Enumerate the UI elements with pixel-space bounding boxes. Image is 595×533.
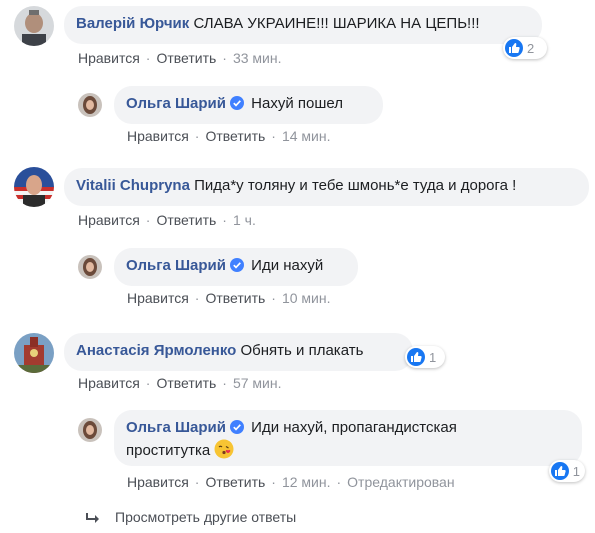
comment-author[interactable]: Vitalii Chupryna <box>76 177 190 194</box>
avatar[interactable] <box>78 93 102 117</box>
reply-bubble: Ольга Шарий Нахуй пошел <box>114 86 383 124</box>
like-link[interactable]: Нравится <box>78 375 140 391</box>
avatar-photo <box>14 6 54 46</box>
reaction-count[interactable]: 1 <box>405 346 445 368</box>
separator: · <box>222 212 227 228</box>
reply-link[interactable]: Ответить <box>156 50 216 66</box>
like-link[interactable]: Нравится <box>78 212 140 228</box>
timestamp[interactable]: 10 мин. <box>282 290 331 306</box>
comment-actions: Нравится · Ответить · 1 ч. <box>78 212 256 228</box>
avatar-photo <box>78 93 102 117</box>
comment-author[interactable]: Анастасія Ярмоленко <box>76 342 236 359</box>
comment-text: Обнять и плакать <box>240 342 364 359</box>
kissing-face-emoji-icon <box>214 439 234 464</box>
separator: · <box>145 212 151 228</box>
avatar[interactable] <box>14 333 54 373</box>
thumbs-up-icon <box>505 39 523 57</box>
reply-link[interactable]: Ответить <box>156 212 216 228</box>
like-link[interactable]: Нравится <box>127 290 189 306</box>
comment-bubble: Валерій Юрчик СЛАВА УКРАИНЕ!!! ШАРИКА НА… <box>64 6 542 44</box>
comment-actions: Нравится · Ответить · 33 мин. <box>78 50 282 66</box>
avatar-photo <box>14 333 54 373</box>
separator: · <box>145 50 151 66</box>
like-link[interactable]: Нравится <box>78 50 140 66</box>
reply-arrow-icon <box>86 512 100 530</box>
avatar-photo <box>78 418 102 442</box>
like-link[interactable]: Нравится <box>127 128 189 144</box>
reaction-number: 1 <box>429 349 437 365</box>
reply-link[interactable]: Ответить <box>205 128 265 144</box>
separator: · <box>194 290 200 306</box>
edited-label[interactable]: Отредактирован <box>347 474 454 490</box>
separator: · <box>222 375 227 391</box>
avatar[interactable] <box>14 167 54 207</box>
thumbs-up-icon <box>551 462 569 480</box>
timestamp[interactable]: 33 мин. <box>233 50 282 66</box>
comment-actions: Нравится · Ответить · 57 мин. <box>78 375 282 391</box>
reply-link[interactable]: Ответить <box>205 474 265 490</box>
timestamp[interactable]: 1 ч. <box>233 212 256 228</box>
timestamp[interactable]: 12 мин. <box>282 474 331 490</box>
avatar[interactable] <box>78 255 102 279</box>
separator: · <box>222 50 227 66</box>
reply-link[interactable]: Ответить <box>156 375 216 391</box>
verified-badge-icon <box>230 420 244 439</box>
comment-actions: Нравится · Ответить · 12 мин. · Отредактирован <box>127 474 455 490</box>
separator: · <box>271 128 276 144</box>
separator: · <box>145 375 151 391</box>
comment-author[interactable]: Ольга Шарий <box>126 95 226 112</box>
verified-badge-icon <box>230 258 244 277</box>
comment-text-line: Иди нахуй, пропагандистская <box>251 419 457 436</box>
timestamp[interactable]: 14 мин. <box>282 128 331 144</box>
reply-bubble: Ольга Шарий Иди нахуй, пропагандистская … <box>114 410 582 466</box>
reaction-number: 1 <box>572 463 580 479</box>
comment-text: Нахуй пошел <box>251 95 343 112</box>
comment-text: Иди нахуй <box>251 257 324 274</box>
comment-text: СЛАВА УКРАИНЕ!!! ШАРИКА НА ЦЕПЬ!!! <box>193 15 480 32</box>
comment-bubble: Анастасія Ярмоленко Обнять и плакать <box>64 333 413 371</box>
comment-author[interactable]: Ольга Шарий <box>126 419 226 436</box>
avatar[interactable] <box>14 6 54 46</box>
avatar[interactable] <box>78 418 102 442</box>
thumbs-up-icon <box>407 348 425 366</box>
comment-actions: Нравится · Ответить · 10 мин. <box>127 290 331 306</box>
reply-bubble: Ольга Шарий Иди нахуй <box>114 248 358 286</box>
separator: · <box>336 474 342 490</box>
reaction-count[interactable]: 2 <box>503 37 547 59</box>
like-link[interactable]: Нравится <box>127 474 189 490</box>
comment-bubble: Vitalii Chupryna Пида*у толяну и тебе шм… <box>64 168 589 206</box>
reaction-count[interactable]: 1 <box>549 460 585 482</box>
separator: · <box>271 290 276 306</box>
reaction-number: 2 <box>527 40 535 56</box>
separator: · <box>271 474 276 490</box>
comment-text-line: проститутка <box>126 442 211 459</box>
separator: · <box>194 474 200 490</box>
reply-link[interactable]: Ответить <box>205 290 265 306</box>
separator: · <box>194 128 200 144</box>
comment-author[interactable]: Ольга Шарий <box>126 257 226 274</box>
view-more-replies-link[interactable]: Просмотреть другие ответы <box>115 509 296 525</box>
comment-author[interactable]: Валерій Юрчик <box>76 15 189 32</box>
verified-badge-icon <box>230 96 244 115</box>
comment-actions: Нравится · Ответить · 14 мин. <box>127 128 331 144</box>
timestamp[interactable]: 57 мин. <box>233 375 282 391</box>
avatar-photo <box>78 255 102 279</box>
comment-text: Пида*у толяну и тебе шмонь*е туда и доро… <box>194 177 517 194</box>
avatar-photo <box>14 167 54 207</box>
